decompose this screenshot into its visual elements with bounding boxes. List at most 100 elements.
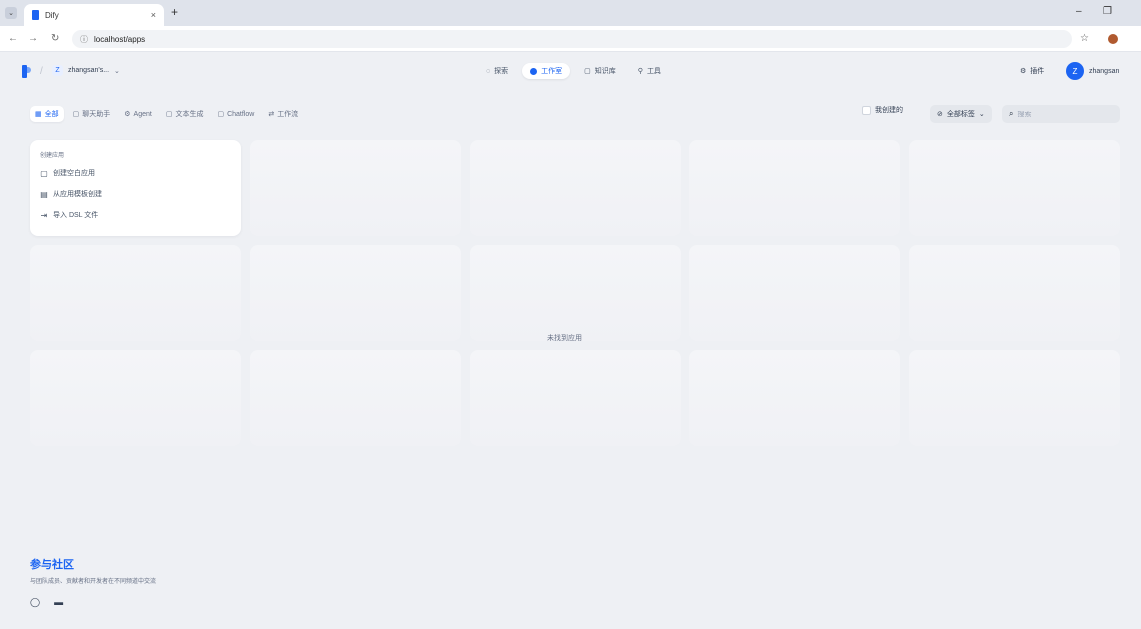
tag-icon: ⊘ [937, 111, 943, 118]
user-name: zhangsan [1089, 67, 1120, 75]
search-box[interactable]: ⌕ [1002, 105, 1120, 123]
browser-tab-strip: ⌄ Dify × + – ❐ [0, 0, 1141, 26]
create-app-title: 创建应用 [40, 153, 65, 159]
placeholder-card [250, 140, 461, 236]
tab-chat-assistant[interactable]: ▢ 聊天助手 [68, 106, 116, 122]
nav-studio-label: 工作室 [541, 68, 563, 75]
tab-workflow[interactable]: ⇄ 工作流 [263, 106, 303, 122]
plugins-label: 插件 [1030, 68, 1045, 75]
nav-explore-label: 探索 [494, 68, 509, 75]
new-tab-button[interactable]: + [171, 5, 178, 19]
import-dsl-label: 导入 DSL 文件 [53, 212, 99, 219]
close-icon[interactable]: × [151, 10, 156, 20]
restore-icon[interactable]: ❐ [1103, 6, 1112, 17]
placeholder-card [689, 245, 900, 341]
chevron-down-icon: ⌄ [114, 67, 120, 75]
nav-tools[interactable]: ⚲ 工具 [630, 63, 669, 79]
tab-workflow-label: 工作流 [277, 111, 299, 118]
github-icon[interactable]: ◯ [30, 597, 40, 608]
nav-knowledge-label: 知识库 [594, 68, 616, 75]
chatflow-icon: ▢ [217, 111, 225, 118]
tab-search-button[interactable]: ⌄ [5, 7, 17, 19]
create-blank-app-label: 创建空白应用 [53, 170, 95, 177]
workspace-avatar: Z [52, 65, 63, 76]
placeholder-card [30, 350, 241, 446]
tab-text-generation[interactable]: ▢ 文本生成 [161, 106, 209, 122]
community-section: 参与社区 与团队成员、贡献者和开发者在不同频道中交流 ◯ ▬ [30, 556, 156, 608]
community-title: 参与社区 [30, 559, 74, 571]
search-icon: ⌕ [1009, 109, 1014, 118]
app-filter-bar: ▦ 全部 ▢ 聊天助手 ⚙ Agent ▢ 文本生成 ▢ Chatflow ⇄ … [0, 100, 1141, 128]
grid-icon: ▦ [35, 111, 42, 118]
site-info-icon[interactable]: ⓘ [80, 34, 88, 45]
placeholder-card [250, 350, 461, 446]
community-links: ◯ ▬ [30, 597, 156, 608]
minimize-icon[interactable]: – [1076, 6, 1082, 17]
tag-filter-dropdown[interactable]: ⊘ 全部标签 ⌄ [930, 105, 992, 123]
browser-tab-active[interactable]: Dify × [24, 4, 164, 26]
nav-explore[interactable]: ◌ 探索 [478, 63, 516, 79]
tab-all-label: 全部 [44, 111, 59, 118]
placeholder-card [470, 245, 681, 341]
bookmark-star-icon[interactable]: ☆ [1080, 33, 1089, 44]
tab-chatflow[interactable]: ▢ Chatflow [212, 106, 259, 122]
placeholder-card [470, 350, 681, 446]
placeholder-card [689, 140, 900, 236]
header-separator: / [40, 66, 43, 77]
placeholder-card [30, 245, 241, 341]
workflow-icon: ⇄ [268, 111, 275, 118]
user-menu[interactable]: Z zhangsan [1066, 62, 1119, 80]
nav-knowledge[interactable]: ▢ 知识库 [576, 63, 624, 79]
avatar: Z [1066, 62, 1084, 80]
create-app-card: 创建应用 ▢ 创建空白应用 ▤ 从应用模板创建 ⇥ 导入 DSL 文件 [30, 140, 241, 236]
empty-state-message: 未找到应用 [547, 335, 582, 342]
placeholder-card [909, 245, 1120, 341]
text-icon: ▢ [165, 111, 173, 118]
back-arrow-icon[interactable]: ← [8, 33, 18, 44]
chat-icon: ▢ [72, 111, 80, 118]
tab-title: Dify [45, 10, 59, 20]
url-text[interactable]: localhost/apps [94, 35, 145, 44]
address-bar[interactable]: ⓘ localhost/apps [72, 30, 1072, 48]
placeholder-card [250, 245, 461, 341]
placeholder-card [909, 140, 1120, 236]
created-by-me-checkbox[interactable] [862, 105, 871, 115]
browser-profile-avatar[interactable] [1108, 34, 1118, 44]
studio-icon [530, 67, 538, 75]
workspace-switcher[interactable]: Z zhangsan's... ⌄ [52, 65, 120, 76]
created-by-me-filter[interactable]: 我创建的 [862, 105, 903, 115]
search-input[interactable] [1017, 110, 1113, 118]
dify-logo-icon[interactable] [22, 65, 31, 78]
tools-icon: ⚲ [637, 68, 643, 75]
chevron-down-icon: ⌄ [978, 111, 985, 118]
forward-arrow-icon[interactable]: → [28, 33, 38, 44]
compass-icon: ◌ [486, 67, 491, 75]
tab-agent-label: Agent [133, 110, 152, 118]
agent-icon: ⚙ [124, 111, 131, 118]
tab-all[interactable]: ▦ 全部 [30, 106, 64, 122]
create-from-template-button[interactable]: ▤ 从应用模板创建 [40, 187, 231, 201]
plugin-icon: ⚙ [1020, 68, 1027, 75]
create-blank-app-button[interactable]: ▢ 创建空白应用 [40, 166, 231, 180]
placeholder-card [909, 350, 1120, 446]
nav-studio[interactable]: 工作室 [522, 63, 571, 79]
discord-icon[interactable]: ▬ [54, 597, 63, 608]
main-nav: ◌ 探索 工作室 ▢ 知识库 ⚲ 工具 [478, 63, 669, 79]
chevron-down-icon: ⌄ [8, 10, 14, 17]
browser-toolbar: ← → ↻ ⓘ localhost/apps ☆ [0, 26, 1141, 52]
dify-favicon-icon [32, 10, 39, 20]
reload-icon[interactable]: ↻ [51, 33, 59, 44]
plugins-button[interactable]: ⚙ 插件 [1020, 66, 1044, 76]
knowledge-icon: ▢ [584, 68, 591, 75]
app-header: / Z zhangsan's... ⌄ ◌ 探索 工作室 ▢ 知识库 ⚲ 工具 … [0, 52, 1141, 90]
blank-file-icon: ▢ [40, 168, 48, 178]
import-icon: ⇥ [40, 210, 48, 220]
import-dsl-button[interactable]: ⇥ 导入 DSL 文件 [40, 208, 231, 222]
nav-tools-label: 工具 [646, 68, 661, 75]
tab-agent[interactable]: ⚙ Agent [119, 106, 157, 122]
tab-chat-assistant-label: 聊天助手 [82, 111, 111, 118]
workspace-name: zhangsan's... [68, 67, 110, 74]
created-by-me-label: 我创建的 [875, 107, 903, 114]
placeholder-card [689, 350, 900, 446]
app-type-tabs: ▦ 全部 ▢ 聊天助手 ⚙ Agent ▢ 文本生成 ▢ Chatflow ⇄ … [30, 106, 303, 122]
